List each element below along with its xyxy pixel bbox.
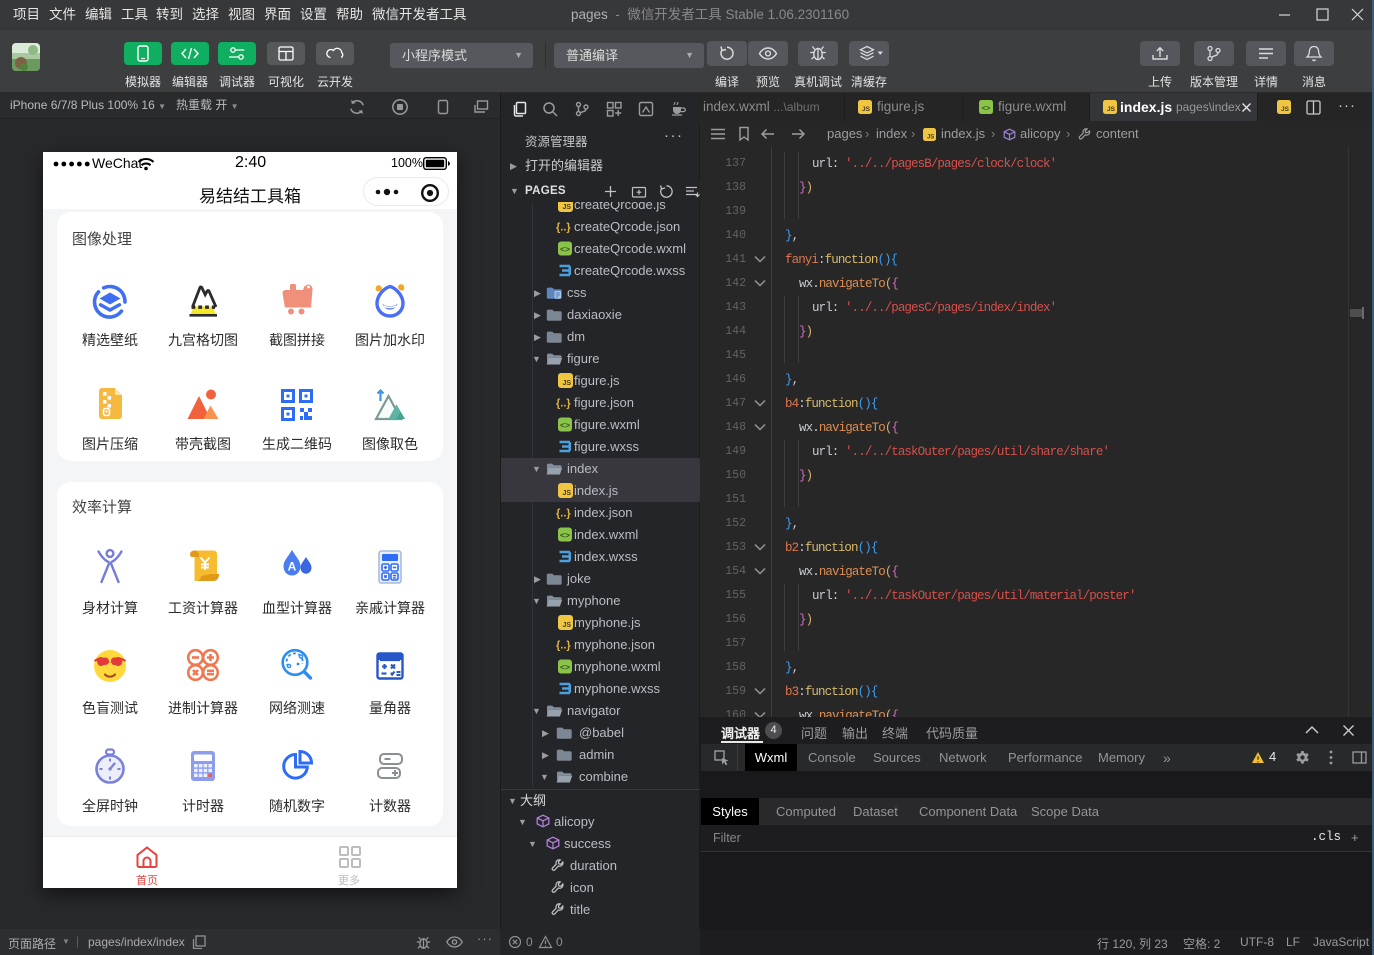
- svg-text:A: A: [288, 560, 297, 574]
- svg-text:JS: JS: [862, 106, 871, 113]
- svg-text:<>: <>: [982, 104, 991, 113]
- svg-text:JS: JS: [1107, 106, 1116, 113]
- svg-text:JS: JS: [927, 135, 934, 141]
- svg-text:JS: JS: [1281, 106, 1290, 113]
